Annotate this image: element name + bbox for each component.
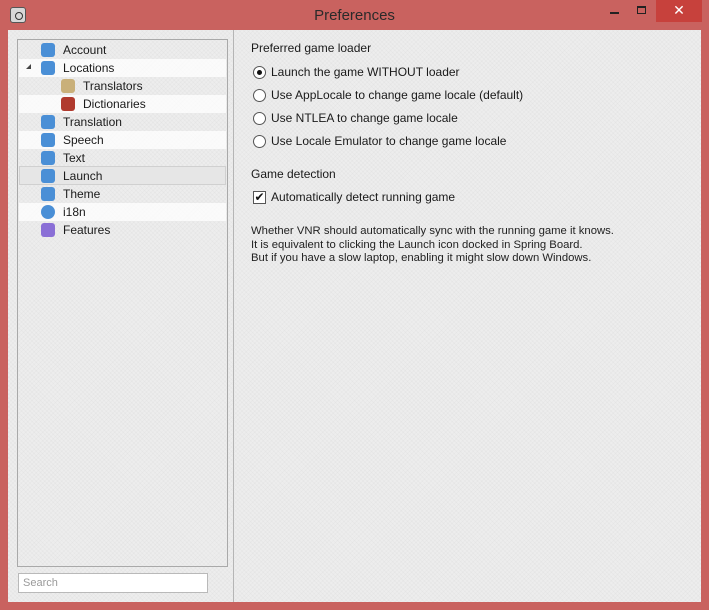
detection-section-title: Game detection [251, 167, 336, 181]
sidebar: Account Locations Translators Dictionari… [8, 30, 233, 602]
minimize-button[interactable] [601, 0, 628, 22]
option-label: Launch the game WITHOUT loader [271, 65, 460, 79]
launch-settings-panel: Preferred game loader Launch the game WI… [234, 30, 701, 602]
loader-section-title: Preferred game loader [251, 41, 372, 55]
sidebar-item-label: Locations [63, 61, 115, 75]
sidebar-item-speech[interactable]: Speech [19, 131, 226, 149]
option-label: Use AppLocale to change game locale (def… [271, 88, 524, 102]
account-icon [41, 43, 55, 57]
sidebar-item-label: Launch [63, 169, 103, 183]
checkbox-label: Automatically detect running game [271, 190, 456, 204]
search-input[interactable] [18, 573, 208, 593]
sidebar-item-locations[interactable]: Locations [19, 59, 226, 77]
description-line: It is equivalent to clicking the Launch … [251, 238, 583, 251]
sidebar-item-account[interactable]: Account [19, 41, 226, 59]
close-icon: ✕ [673, 2, 685, 18]
sidebar-item-translation[interactable]: Translation [19, 113, 226, 131]
maximize-button[interactable] [628, 0, 655, 22]
sidebar-item-label: Translators [83, 79, 143, 93]
auto-detect-checkbox[interactable]: ✔ [253, 191, 266, 204]
sidebar-item-label: Theme [63, 187, 101, 201]
sidebar-item-label: Account [63, 43, 107, 57]
speech-icon [41, 133, 55, 147]
sidebar-item-features[interactable]: Features [19, 221, 226, 239]
close-button[interactable]: ✕ [656, 0, 702, 22]
features-icon [41, 223, 55, 237]
sidebar-item-text[interactable]: Text [19, 149, 226, 167]
sidebar-item-launch[interactable]: Launch [19, 166, 226, 185]
preferences-window: Preferences ✕ Account Locations Translat… [0, 0, 709, 610]
radio-button[interactable] [253, 112, 266, 125]
description-line: Whether VNR should automatically sync wi… [251, 225, 614, 237]
minimize-icon [610, 12, 619, 14]
globe-icon [41, 205, 55, 219]
sidebar-item-label: Translation [63, 115, 122, 129]
sidebar-item-dictionaries[interactable]: Dictionaries [19, 95, 226, 113]
radio-button[interactable] [253, 66, 266, 79]
sidebar-item-label: Features [63, 223, 111, 237]
sidebar-item-translators[interactable]: Translators [19, 77, 226, 95]
option-label: Use NTLEA to change game locale [271, 111, 458, 125]
theme-icon [41, 187, 55, 201]
expanded-arrow-icon[interactable] [26, 64, 31, 69]
sidebar-item-label: Speech [63, 133, 104, 147]
sidebar-item-label: Text [63, 151, 86, 165]
radio-button[interactable] [253, 89, 266, 102]
maximize-icon [637, 6, 646, 14]
category-tree[interactable]: Account Locations Translators Dictionari… [17, 39, 228, 567]
sidebar-item-theme[interactable]: Theme [19, 185, 226, 203]
translation-icon [41, 115, 55, 129]
dictionaries-icon [61, 97, 75, 111]
detection-description: Whether VNR should automatically sync wi… [251, 225, 691, 266]
title-bar[interactable]: Preferences ✕ [0, 0, 709, 30]
locations-icon [41, 61, 55, 75]
sidebar-item-label: i18n [63, 205, 86, 219]
radio-button[interactable] [253, 135, 266, 148]
text-icon [41, 151, 55, 165]
sidebar-item-label: Dictionaries [83, 97, 146, 111]
option-label: Use Locale Emulator to change game local… [271, 134, 507, 148]
client-area: Account Locations Translators Dictionari… [8, 30, 701, 602]
sidebar-item-i18n[interactable]: i18n [19, 203, 226, 221]
description-line: But if you have a slow laptop, enabling … [251, 252, 592, 264]
launch-icon [41, 169, 55, 183]
translators-icon [61, 79, 75, 93]
